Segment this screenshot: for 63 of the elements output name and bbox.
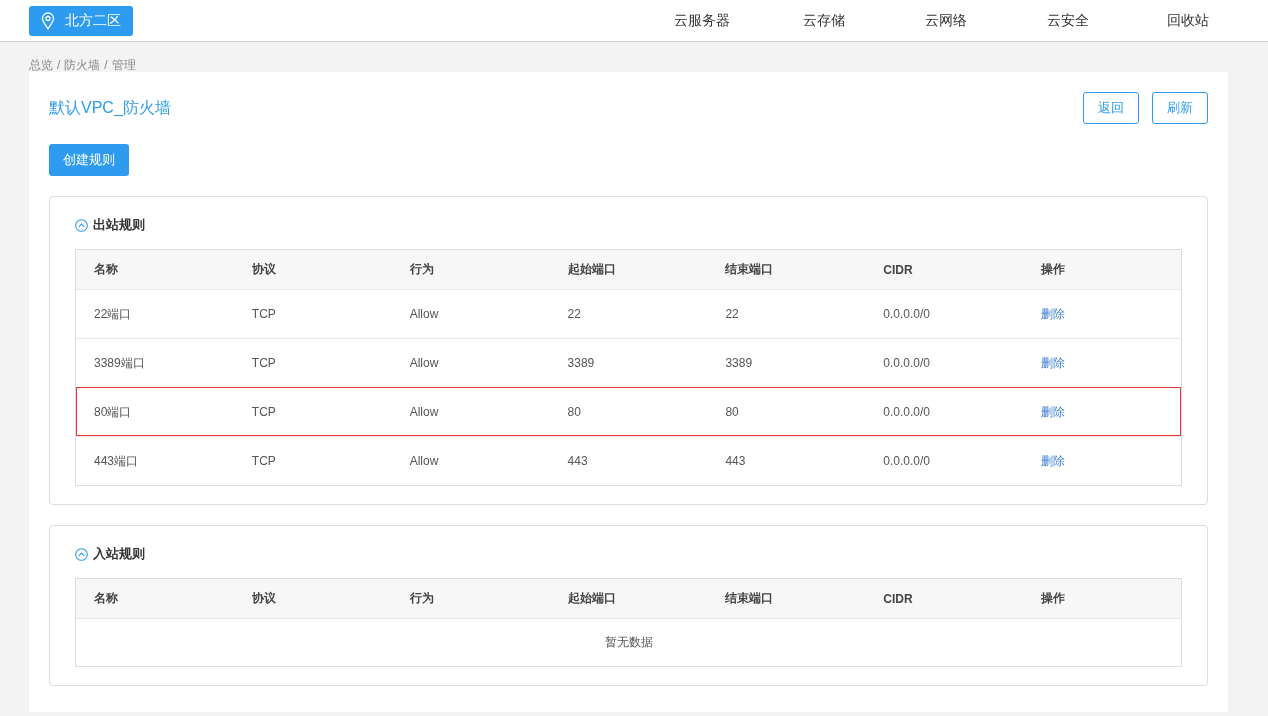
table-cell: 3389 xyxy=(567,356,595,370)
breadcrumb-separator: / xyxy=(104,58,108,72)
nav-link[interactable]: 云安全 xyxy=(1007,11,1129,30)
table-cell: 22 xyxy=(567,307,581,321)
column-header: 结束端口 xyxy=(724,261,775,278)
table-cell: Allow xyxy=(409,405,439,419)
column-header: 操作 xyxy=(1040,261,1067,278)
column-header: 协议 xyxy=(250,261,277,278)
column-header: 操作 xyxy=(1040,590,1067,607)
delete-link[interactable]: 删除 xyxy=(1041,355,1066,370)
column-header: 结束端口 xyxy=(724,590,775,607)
breadcrumb-link[interactable]: 总览 xyxy=(29,58,53,72)
table-cell: 80 xyxy=(567,405,581,419)
table-cell: 3389 xyxy=(725,356,753,370)
table-cell: TCP xyxy=(251,454,276,468)
region-button[interactable]: 北方二区 xyxy=(29,5,133,36)
table-cell: 80 xyxy=(725,405,739,419)
breadcrumb-link[interactable]: 管理 xyxy=(111,58,136,72)
table-cell: 443 xyxy=(567,454,588,468)
breadcrumb-link[interactable]: 防火墙 xyxy=(64,58,101,72)
action-button[interactable]: 返回 xyxy=(1083,92,1139,124)
table-cell: TCP xyxy=(251,307,276,321)
table-cell: 22端口 xyxy=(94,306,132,321)
table-cell: 0.0.0.0/0 xyxy=(883,405,930,419)
section-title: 入站规则 xyxy=(93,545,145,563)
table-cell: TCP xyxy=(251,405,276,419)
table-cell: 443端口 xyxy=(94,453,139,468)
collapse-icon[interactable] xyxy=(75,547,88,561)
nav-link[interactable]: 云存储 xyxy=(763,11,885,30)
table-cell: 0.0.0.0/0 xyxy=(883,307,930,321)
column-header: CIDR xyxy=(882,591,914,606)
table-cell: 0.0.0.0/0 xyxy=(883,356,930,370)
column-header: 行为 xyxy=(408,590,435,607)
table-cell: 80端口 xyxy=(94,404,132,419)
breadcrumb-separator: / xyxy=(57,58,61,72)
empty-message: 暂无数据 xyxy=(604,634,653,651)
delete-link[interactable]: 删除 xyxy=(1041,306,1066,321)
table-cell: TCP xyxy=(251,356,276,370)
table-cell: 3389端口 xyxy=(94,355,145,370)
column-header: 名称 xyxy=(93,261,119,278)
table-cell: 0.0.0.0/0 xyxy=(883,454,930,468)
delete-link[interactable]: 删除 xyxy=(1041,404,1066,419)
collapse-icon[interactable] xyxy=(75,218,88,232)
column-header: 起始端口 xyxy=(566,261,617,278)
column-header: 协议 xyxy=(250,590,277,607)
table-cell: Allow xyxy=(409,307,439,321)
create-rule-button[interactable]: 创建规则 xyxy=(49,144,129,176)
delete-link[interactable]: 删除 xyxy=(1041,453,1066,468)
column-header: 行为 xyxy=(408,261,435,278)
nav-link[interactable]: 云服务器 xyxy=(641,11,763,30)
table-cell: 22 xyxy=(725,307,739,321)
page-title: 默认VPC_防火墙 xyxy=(49,97,171,118)
action-button[interactable]: 刷新 xyxy=(1152,92,1208,124)
column-header: 名称 xyxy=(93,590,119,607)
table-cell: Allow xyxy=(409,356,439,370)
nav-link[interactable]: 回收站 xyxy=(1129,11,1239,30)
table-cell: Allow xyxy=(409,454,439,468)
column-header: CIDR xyxy=(882,262,914,277)
location-pin-icon xyxy=(41,11,55,30)
table-cell: 443 xyxy=(725,454,746,468)
column-header: 起始端口 xyxy=(566,590,617,607)
section-title: 出站规则 xyxy=(93,216,145,234)
nav-link[interactable]: 云网络 xyxy=(885,11,1007,30)
